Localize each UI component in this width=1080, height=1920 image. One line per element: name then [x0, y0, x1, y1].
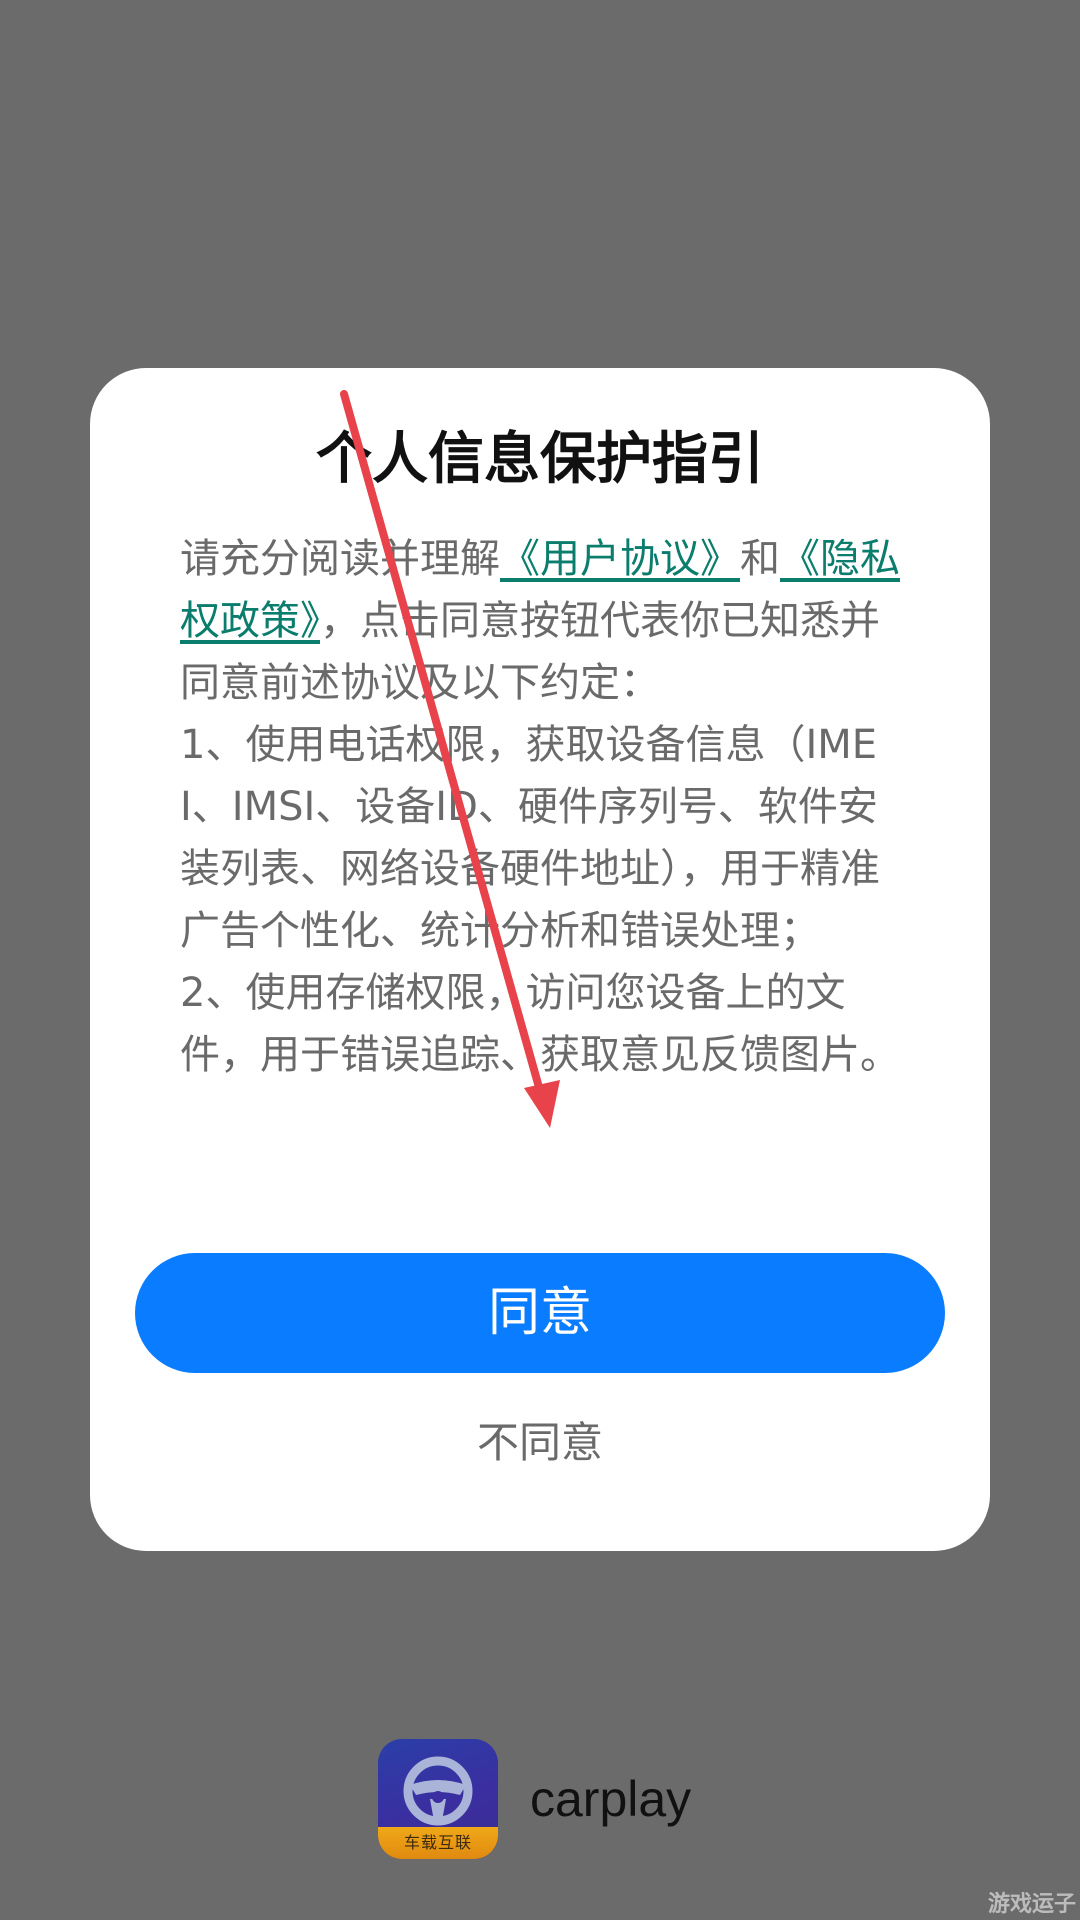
watermark: 游戏运子 [987, 1892, 1076, 1917]
app-name: carplay [530, 1771, 692, 1827]
app-launch-info: 车载互联 carplay [378, 1738, 691, 1860]
storage-permission-item: 2、使用存储权限，访问您设备上的文件，用于错误追踪、获取意见反馈图片。 [180, 970, 900, 1078]
phone-permission-item: 1、使用电话权限，获取设备信息（IMEI、IMSI、设备ID、硬件序列号、软件安… [180, 722, 880, 954]
intro-and-text: 和 [740, 536, 780, 582]
user-agreement-link[interactable]: 《用户协议》 [500, 536, 740, 582]
dialog-title: 个人信息保护指引 [316, 427, 764, 492]
intro-prefix-text: 请充分阅读并理解 [180, 536, 500, 582]
disagree-button[interactable]: 不同意 [390, 1408, 690, 1478]
dialog-body: 请充分阅读并理解《用户协议》和《隐私权政策》，点击同意按钮代表你已知悉并同意前述… [180, 528, 904, 1086]
agree-button[interactable]: 同意 [135, 1253, 945, 1373]
privacy-dialog: 个人信息保护指引 请充分阅读并理解《用户协议》和《隐私权政策》，点击同意按钮代表… [90, 368, 990, 1551]
app-icon: 车载互联 [378, 1739, 498, 1859]
app-icon-badge: 车载互联 [378, 1827, 498, 1859]
